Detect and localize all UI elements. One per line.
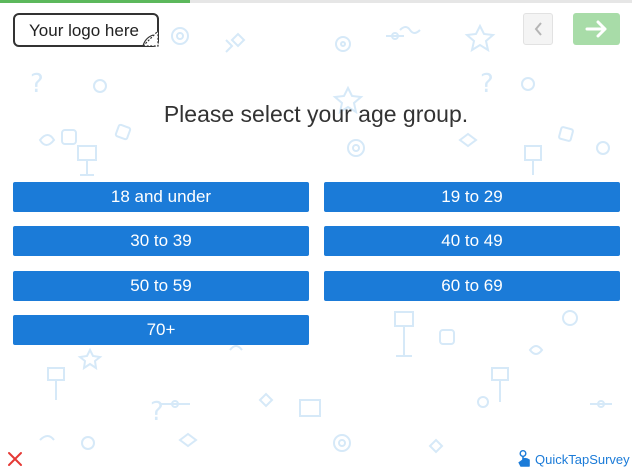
option-50-to-59[interactable]: 50 to 59 (13, 271, 309, 301)
option-40-to-49[interactable]: 40 to 49 (324, 226, 620, 256)
option-18-and-under[interactable]: 18 and under (13, 182, 309, 212)
svg-text:?: ? (480, 69, 494, 99)
option-30-to-39[interactable]: 30 to 39 (13, 226, 309, 256)
option-60-to-69[interactable]: 60 to 69 (324, 271, 620, 301)
next-button[interactable] (573, 13, 620, 45)
option-70-plus[interactable]: 70+ (13, 315, 309, 345)
logo-edit-icon (141, 29, 159, 47)
svg-text:?: ? (30, 69, 44, 99)
question-title: Please select your age group. (163, 101, 469, 127)
close-icon[interactable] (6, 450, 24, 468)
tap-hand-icon (518, 450, 530, 467)
brand-name: QuickTapSurvey (535, 451, 630, 467)
option-19-to-29[interactable]: 19 to 29 (324, 182, 620, 212)
logo-placeholder[interactable]: Your logo here (13, 13, 159, 47)
logo-placeholder-text: Your logo here (29, 21, 139, 40)
progress-bar (0, 0, 190, 3)
brand-logo: QuickTapSurvey (518, 450, 630, 468)
chevron-left-icon (534, 22, 542, 36)
svg-text:?: ? (150, 397, 164, 427)
arrow-right-icon (585, 20, 606, 38)
back-button[interactable] (523, 13, 553, 45)
